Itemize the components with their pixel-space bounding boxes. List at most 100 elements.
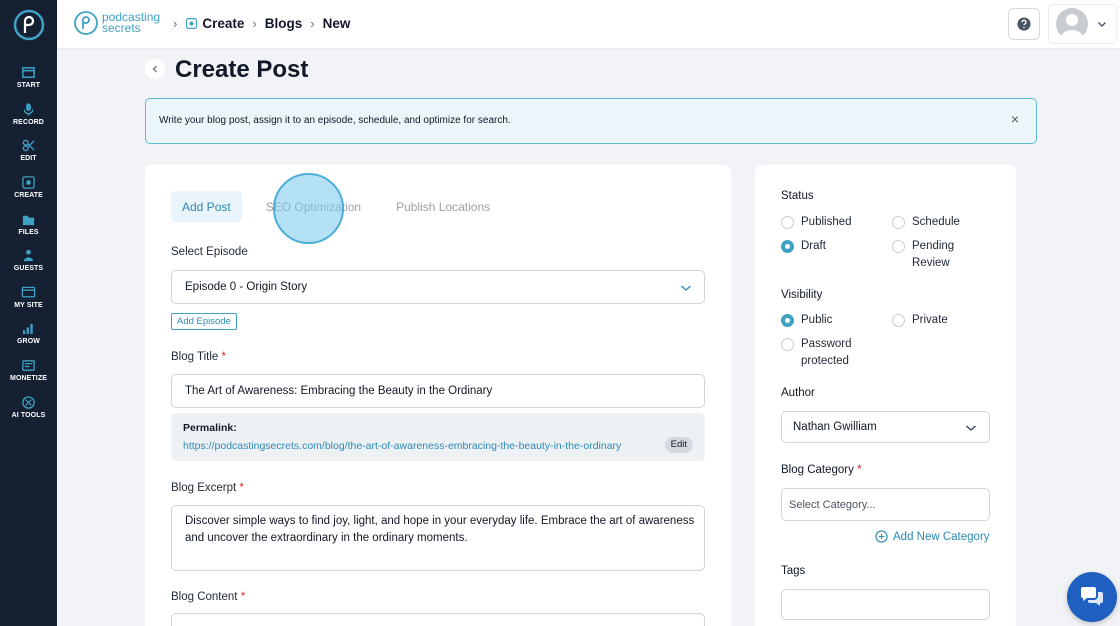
status-label: Status — [781, 190, 814, 202]
required-mark: * — [239, 482, 244, 494]
blog-excerpt-label-text: Blog Excerpt — [171, 482, 237, 494]
blog-excerpt-label: Blog Excerpt * — [171, 482, 244, 494]
status-option-label: Schedule — [912, 216, 960, 228]
avatar[interactable] — [1056, 8, 1088, 40]
chevron-down-icon — [966, 425, 976, 431]
tags-label: Tags — [781, 565, 806, 577]
my-site-icon — [21, 286, 36, 298]
permalink-url[interactable]: https://podcastingsecrets.com/blog/the-a… — [183, 440, 621, 452]
sidebar-item-files[interactable]: FILES — [0, 205, 57, 242]
add-new-category-button[interactable]: Add New Category — [875, 530, 990, 543]
radio-unchecked-icon — [892, 216, 905, 229]
sidebar-item-ai-tools[interactable]: AI TOOLS — [0, 388, 57, 425]
category-placeholder: Select Category... — [789, 499, 876, 511]
status-schedule-radio[interactable]: Schedule — [892, 216, 960, 231]
radio-checked-icon — [781, 240, 794, 253]
guests-icon — [23, 250, 34, 262]
visibility-password-radio[interactable]: Password protected — [781, 338, 871, 369]
info-banner: Write your blog post, assign it to an ep… — [145, 98, 1037, 144]
sidebar-item-label: AI TOOLS — [11, 411, 46, 419]
brand-logo[interactable]: podcasting secrets — [73, 10, 160, 36]
required-mark: * — [221, 351, 226, 363]
microphone-icon — [23, 103, 34, 116]
tags-input[interactable] — [781, 589, 990, 620]
status-draft-radio[interactable]: Draft — [781, 240, 826, 255]
banner-text: Write your blog post, assign it to an ep… — [159, 115, 511, 126]
sidebar-item-grow[interactable]: GROW — [0, 315, 57, 352]
brand-mark-icon — [74, 11, 98, 35]
live-chat-button[interactable] — [1067, 572, 1117, 622]
chevron-down-icon — [1098, 22, 1106, 27]
status-published-radio[interactable]: Published — [781, 216, 852, 231]
category-input[interactable]: Select Category... — [781, 488, 990, 521]
author-select[interactable]: Nathan Gwilliam — [781, 411, 990, 443]
user-menu[interactable] — [1048, 4, 1117, 44]
required-mark: * — [240, 591, 246, 603]
sidebar-item-start[interactable]: START — [0, 59, 57, 96]
episode-select[interactable]: Episode 0 - Origin Story — [171, 270, 705, 304]
author-select-value: Nathan Gwilliam — [793, 421, 877, 433]
chat-icon — [1081, 587, 1103, 606]
chevron-right-icon: › — [252, 16, 257, 31]
status-pending-review-radio[interactable]: Pending Review — [892, 240, 982, 271]
breadcrumb: › Create › Blogs › New — [165, 16, 350, 31]
chevron-left-icon — [152, 65, 157, 73]
status-option-label: Pending Review — [912, 240, 955, 269]
sidebar-item-my-site[interactable]: MY SITE — [0, 279, 57, 316]
files-icon — [22, 215, 35, 225]
create-icon — [22, 176, 35, 189]
sidebar-item-label: EDIT — [20, 155, 37, 163]
add-episode-button[interactable]: Add Episode — [171, 313, 237, 330]
visibility-private-radio[interactable]: Private — [892, 314, 948, 329]
visibility-label: Visibility — [781, 289, 823, 301]
blog-title-input[interactable]: The Art of Awareness: Embracing the Beau… — [171, 374, 705, 408]
help-icon — [1017, 17, 1031, 31]
breadcrumb-blogs[interactable]: Blogs — [265, 16, 303, 31]
ai-tools-icon — [22, 395, 35, 409]
sidebar-item-label: RECORD — [13, 118, 44, 126]
breadcrumb-create[interactable]: Create — [202, 16, 244, 31]
close-icon[interactable]: × — [1007, 111, 1023, 127]
blog-excerpt-textarea[interactable]: Discover simple ways to find joy, light,… — [171, 505, 705, 571]
edit-icon — [22, 140, 35, 152]
visibility-option-label: Password protected — [801, 338, 852, 367]
blog-title-value: The Art of Awareness: Embracing the Beau… — [185, 385, 493, 397]
sidebar-item-record[interactable]: RECORD — [0, 96, 57, 133]
sidebar-item-label: GROW — [17, 338, 40, 346]
radio-unchecked-icon — [892, 314, 905, 327]
sidebar-item-label: START — [16, 82, 41, 90]
sidebar-item-edit[interactable]: EDIT — [0, 132, 57, 169]
sidebar-item-guests[interactable]: GUESTS — [0, 242, 57, 279]
help-button[interactable] — [1008, 8, 1040, 40]
blog-title-label-text: Blog Title — [171, 351, 219, 363]
tab-add-post[interactable]: Add Post — [171, 191, 242, 222]
plus-circle-icon — [875, 530, 888, 543]
tab-publish-locations[interactable]: Publish Locations — [385, 191, 501, 222]
sidebar-item-monetize[interactable]: MONETIZE — [0, 352, 57, 389]
visibility-public-radio[interactable]: Public — [781, 314, 832, 329]
sidebar-item-label: CREATE — [14, 192, 43, 200]
radio-unchecked-icon — [781, 338, 794, 351]
sidebar-item-label: MONETIZE — [10, 375, 47, 383]
chevron-down-icon — [681, 285, 691, 291]
blog-title-label: Blog Title * — [171, 351, 226, 363]
sidebar-item-label: MY SITE — [14, 301, 43, 309]
edit-permalink-button[interactable]: Edit — [664, 437, 693, 453]
page-title: Create Post — [175, 56, 309, 83]
grow-icon — [22, 324, 33, 335]
required-mark: * — [857, 464, 862, 476]
click-indicator — [273, 173, 344, 244]
sidebar-item-create[interactable]: CREATE — [0, 169, 57, 206]
post-form-card: Add Post SEO Optimization Publish Locati… — [145, 165, 731, 626]
monetize-icon — [22, 360, 35, 371]
back-button[interactable] — [145, 59, 165, 79]
chevron-right-icon: › — [310, 16, 315, 31]
radio-unchecked-icon — [781, 216, 794, 229]
blog-content-label: Blog Content * — [171, 591, 245, 603]
blog-category-label: Blog Category * — [781, 464, 862, 476]
podcasting-secrets-logo-icon[interactable] — [13, 9, 45, 41]
content-editor-toolbar[interactable] — [171, 613, 705, 626]
permalink-label: Permalink: — [183, 422, 237, 434]
blog-excerpt-value: Discover simple ways to find joy, light,… — [185, 515, 695, 544]
publish-settings-card: Status Published Schedule Draft Pending … — [755, 165, 1016, 626]
